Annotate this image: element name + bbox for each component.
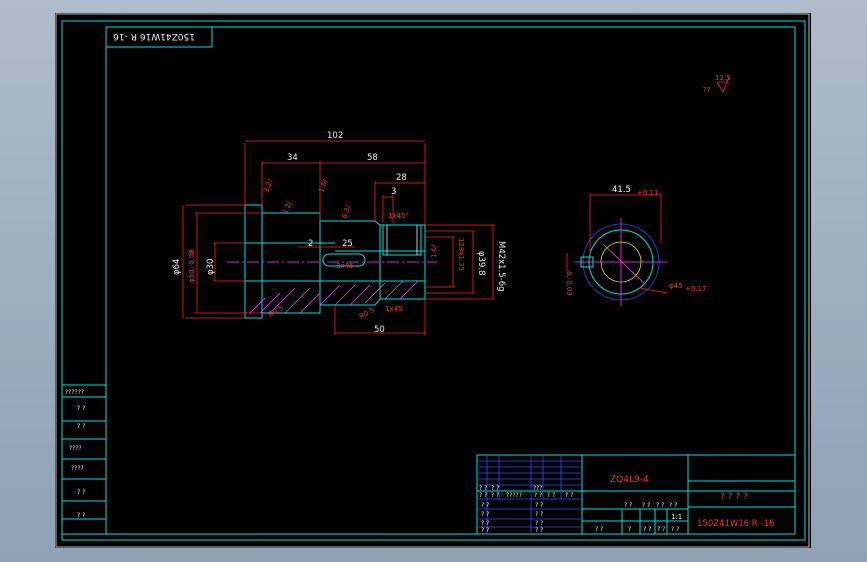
scale-cell-2: ? ? <box>642 502 650 509</box>
note-chamfer-3x45: 3x45 <box>336 262 354 270</box>
side-dim-phi45-tol: +0.17 <box>685 285 706 293</box>
part-name: ? ? ? ? <box>720 492 748 502</box>
dim-phi30: φ30 <box>206 259 216 275</box>
drawing-canvas: 150Z41W16 R -16 ?? 12.5 102 34 58 28 3 2… <box>55 13 811 548</box>
left-row-3: ? ? <box>77 423 85 430</box>
header-cell-4: ? ? <box>534 492 542 499</box>
side-dim-41-5-tol: +0.11 <box>637 189 658 197</box>
sign-cell-1: ? ? <box>481 502 489 509</box>
left-row-1: ?????? <box>65 389 84 396</box>
sheet-cell-5: ? ? <box>671 526 679 533</box>
dim-thread-m42: M42x1.5-6g <box>496 241 506 292</box>
roughness-value: 12.5 <box>715 74 731 82</box>
part-number: ZQ4L9-4 <box>610 475 649 485</box>
drawing-number: 150Z41W16 R -16 <box>697 519 774 529</box>
sign-cell-5: ? ? <box>535 502 543 509</box>
dim-28: 28 <box>396 173 407 183</box>
sheet-cell-3: ? ? <box>643 526 651 533</box>
note-chamfer-1x45-top: 1x45° <box>388 212 409 220</box>
left-row-6: ? ? <box>77 489 85 496</box>
sheet-cell-4: ? ? <box>657 526 665 533</box>
dim-phi64: φ64 <box>172 259 182 275</box>
dim-3: 3 <box>391 187 396 197</box>
side-dim-lines <box>566 193 668 294</box>
header-cell-2: ? ? <box>491 492 499 499</box>
sheet-cell-2: ? <box>628 526 631 533</box>
note-roughness-2: 1.6/ <box>317 178 329 194</box>
header-cell-6: ? ? <box>565 492 573 499</box>
note-roughness-1: 3.2/ <box>262 178 274 194</box>
side-dim-41-5: 41.5 <box>612 185 631 195</box>
cad-drawing: 150Z41W16 R -16 ?? 12.5 102 34 58 28 3 2… <box>55 13 810 548</box>
note-roughness-5: 1.6/ <box>430 244 438 258</box>
sign-cell-11: ? ? <box>491 485 499 492</box>
sign-cell-7: ? ? <box>535 520 543 527</box>
front-dim-lines <box>182 140 495 335</box>
sign-cell-2: ? ? <box>481 511 489 518</box>
side-dim-6: 6.-0.03 <box>565 271 573 296</box>
side-dim-phi45: φ45 <box>669 282 683 290</box>
scale-cell-1: ? ? <box>624 502 632 509</box>
dim-phi50: φ50.-0.08 <box>188 249 196 283</box>
drawing-border <box>105 26 796 535</box>
dim-34: 34 <box>287 153 298 163</box>
sign-cell-4: ? ? <box>481 527 489 534</box>
outer-frame <box>55 13 810 548</box>
left-row-5: ???? <box>71 465 84 472</box>
sign-cell-3: ? ? <box>481 520 489 527</box>
sign-cell-9: ??? <box>533 485 543 492</box>
side-view <box>575 218 667 306</box>
title-stamp: 150Z41W16 R -16 <box>113 31 195 41</box>
header-cell-3: ????? <box>506 492 522 499</box>
scale-cell-4: ? ? <box>669 502 677 509</box>
sheet-border <box>61 20 806 541</box>
dim-thread-relief: 128x1.35 <box>457 238 465 271</box>
scale-value: 1:1 <box>671 513 682 521</box>
sign-cell-10: ? ? <box>479 485 487 492</box>
left-row-7: ? ? <box>77 512 85 519</box>
sign-cell-8: ? ? <box>535 527 543 534</box>
note-chamfer-1x45-bottom: 1x45 <box>385 305 403 313</box>
header-cell-5: ? ? <box>547 492 555 499</box>
dim-50: 50 <box>374 325 385 335</box>
left-row-2: ? ? <box>77 405 85 412</box>
scale-cell-3: ? ? <box>656 502 664 509</box>
dim-25: 25 <box>342 239 353 249</box>
note-radius-1: R0.5 <box>358 306 376 321</box>
dim-58: 58 <box>367 153 378 163</box>
sign-cell-6: ? ? <box>535 511 543 518</box>
sheet-cell-1: ? ? <box>595 526 603 533</box>
dim-2: 2 <box>308 239 313 249</box>
roughness-marker: ?? <box>703 86 711 94</box>
header-cell-1: ? ? <box>479 492 487 499</box>
note-roughness-4: 6.3/ <box>340 204 352 220</box>
left-row-4: ???? <box>69 445 82 452</box>
front-view <box>227 204 437 319</box>
note-radius-2: R0.5 <box>267 304 285 319</box>
dim-phi39-8: φ39.8 <box>476 251 486 276</box>
dim-102: 102 <box>327 131 343 141</box>
